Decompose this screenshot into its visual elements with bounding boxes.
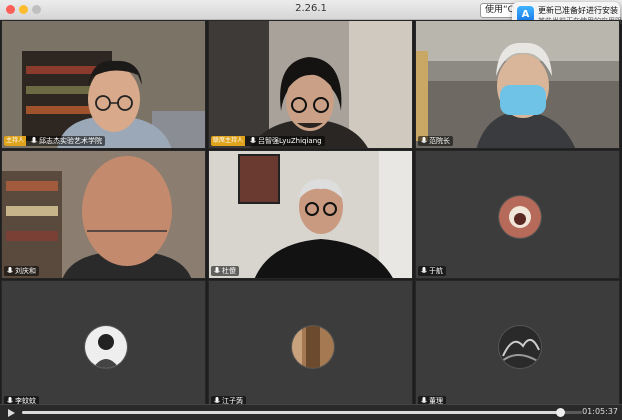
participant-video bbox=[416, 21, 619, 148]
avatar bbox=[498, 195, 542, 239]
host-badge: 主持人 bbox=[4, 136, 27, 146]
participant-name: 刘庆和 bbox=[15, 267, 36, 275]
participant-name-label: 杜傻 bbox=[211, 266, 239, 276]
microphone-icon bbox=[420, 267, 427, 276]
microphone-icon bbox=[6, 267, 13, 276]
participant-name-label: 刘庆和 bbox=[4, 266, 39, 276]
participant-name-label: 于航 bbox=[418, 266, 446, 276]
avatar bbox=[291, 325, 335, 369]
playback-bar: 01:05:37 bbox=[0, 404, 622, 420]
participant-name: 杜傻 bbox=[222, 267, 236, 275]
play-icon[interactable] bbox=[6, 408, 16, 418]
avatar bbox=[498, 325, 542, 369]
video-tile[interactable]: 范院长 bbox=[415, 20, 620, 149]
video-tile-off[interactable]: 江子蒟 bbox=[208, 280, 413, 409]
video-tile-off[interactable]: 李蚊蚊 bbox=[1, 280, 206, 409]
participant-video bbox=[2, 151, 205, 278]
participant-video bbox=[2, 21, 205, 148]
microphone-icon bbox=[213, 267, 220, 276]
playback-time: 01:05:37 bbox=[582, 407, 618, 416]
microphone-icon bbox=[30, 137, 37, 146]
progress-track[interactable] bbox=[22, 408, 582, 417]
participant-video bbox=[209, 21, 412, 148]
video-tile[interactable]: 主持人 邱志杰实验艺术学院 bbox=[1, 20, 206, 149]
avatar bbox=[84, 325, 128, 369]
cohost-badge: 联席主持人 bbox=[211, 136, 246, 146]
participant-name-label: 主持人 邱志杰实验艺术学院 bbox=[4, 136, 106, 146]
microphone-icon bbox=[420, 137, 427, 146]
notification-title: 更新已准备好进行安装 bbox=[538, 6, 618, 15]
participant-name: 吕智强LyuZhiqiang bbox=[258, 137, 322, 145]
video-tile[interactable]: 杜傻 bbox=[208, 150, 413, 279]
participant-video bbox=[209, 151, 412, 278]
video-tile-off[interactable]: 于航 bbox=[415, 150, 620, 279]
video-tile-off[interactable]: 董理 bbox=[415, 280, 620, 409]
video-tile[interactable]: 联席主持人 吕智强LyuZhiqiang bbox=[208, 20, 413, 149]
video-tile[interactable]: 刘庆和 bbox=[1, 150, 206, 279]
participant-name: 于航 bbox=[429, 267, 443, 275]
participant-name-label: 范院长 bbox=[418, 136, 453, 146]
microphone-icon bbox=[249, 137, 256, 146]
progress-fill bbox=[22, 411, 560, 414]
participant-name: 邱志杰实验艺术学院 bbox=[39, 137, 103, 145]
participant-name-label: 联席主持人 吕智强LyuZhiqiang bbox=[211, 136, 325, 146]
progress-handle[interactable] bbox=[555, 408, 565, 417]
participant-name: 范院长 bbox=[429, 137, 450, 145]
